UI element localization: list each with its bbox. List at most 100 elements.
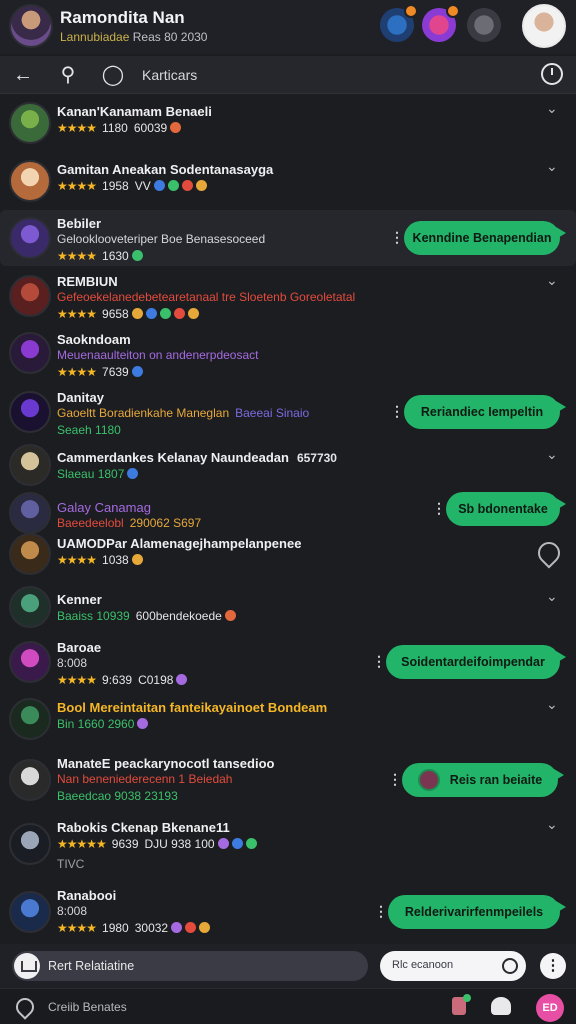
shield-icon[interactable]: [380, 4, 418, 42]
list-item[interactable]: Bool Mereintaitan fanteikayainoet Bondea…: [0, 692, 576, 746]
player-name: Gamitan Aneakan Sodentanasayga: [57, 162, 274, 177]
chevron-down-icon[interactable]: ⌄: [546, 588, 558, 605]
action-pill-button[interactable]: Relderivarirfenmpeilels: [388, 895, 566, 929]
action-pill-label: Relderivarirfenmpeilels: [404, 905, 544, 919]
status-text: Meuenaaulteiton on andenerpdeosact: [57, 348, 259, 362]
player-avatar[interactable]: [9, 160, 51, 202]
badge-icon: [131, 554, 143, 565]
badge-icon: [131, 250, 143, 261]
rating-stars: ★★★★: [57, 553, 97, 567]
chevron-down-icon[interactable]: ⌄: [546, 816, 558, 833]
chevron-down-icon[interactable]: ⌄: [546, 446, 558, 463]
trophy-icon[interactable]: [452, 994, 471, 1015]
list-item[interactable]: Cammerdankes Kelanay Naundeadan 657730 Sla…: [0, 442, 576, 488]
player-avatar[interactable]: [9, 102, 51, 144]
location-icon[interactable]: [12, 994, 38, 1020]
player-status: Gelooklooveteriper Boe Benasesoceed: [57, 232, 265, 246]
more-icon[interactable]: ⋮: [390, 403, 404, 420]
notification-badge: [404, 4, 418, 18]
player-avatar[interactable]: [9, 759, 51, 801]
toolbar: ← ⚲ ◯ Karticars: [0, 56, 576, 94]
status-text: 8:008: [57, 904, 88, 918]
score-value: 657730: [296, 451, 337, 465]
status-text-secondary: Baeeai Sinaio: [235, 406, 310, 420]
list-item[interactable]: Danitay Gaoeltt Boradienkahe Maneglan Baee…: [0, 384, 576, 440]
clock-icon[interactable]: [502, 958, 518, 974]
user-avatar[interactable]: [522, 4, 566, 48]
more-icon[interactable]: ⋮: [540, 953, 566, 979]
status-text: Gaoeltt Boradienkahe Maneglan: [57, 406, 230, 420]
chevron-down-icon[interactable]: ⌄: [546, 158, 558, 175]
rating-stars: ★★★★: [57, 179, 97, 193]
ghost-icon[interactable]: [467, 8, 501, 42]
player-name: Kanan'Kanamam Benaeli: [57, 104, 212, 119]
player-avatar[interactable]: [9, 391, 51, 433]
player-avatar[interactable]: [9, 444, 51, 486]
more-icon[interactable]: ⋮: [388, 771, 402, 788]
player-stats: ★★★★ 9:639 C0198: [57, 673, 188, 687]
shield-icon[interactable]: [533, 537, 565, 569]
player-avatar[interactable]: [9, 891, 51, 933]
list-item[interactable]: REMBIUN Gefeoekelanedebetearetanaal tre S…: [0, 268, 576, 324]
rank-value: 1980: [102, 921, 129, 935]
game-icon[interactable]: [422, 4, 460, 42]
status-text: Nan beneniederecenn 1 Beiedah: [57, 772, 233, 786]
profile-avatar[interactable]: [9, 4, 53, 48]
action-pill-button[interactable]: Soidentardeifoimpendar: [386, 645, 566, 679]
helmet-icon[interactable]: [491, 997, 511, 1015]
player-stats: ★★★★ 1180 60039: [57, 121, 182, 135]
player-name: Galay Canamag: [57, 500, 151, 515]
back-arrow-icon[interactable]: ←: [10, 62, 36, 88]
badge-icon: [137, 718, 149, 729]
action-pill-button[interactable]: Reriandiec Iempeltin: [404, 395, 566, 429]
more-icon[interactable]: ⋮: [374, 903, 388, 920]
list-item[interactable]: Rabokis Ckenap Bkenane11 ★★★★★ 9639 DJU 938…: [0, 812, 576, 876]
list-item[interactable]: Ranabooi 8:008 ★★★★ 1980 30032 ⋮ Relderivarirf…: [0, 882, 576, 942]
player-avatar[interactable]: [9, 533, 51, 575]
list-item[interactable]: Gamitan Aneakan Sodentanasayga ★★★★ 1958 VV…: [0, 154, 576, 208]
status-badge[interactable]: ED: [536, 994, 564, 1022]
player-avatar[interactable]: [9, 217, 51, 259]
player-avatar[interactable]: [9, 698, 51, 740]
rank-value: 1630: [102, 249, 129, 263]
more-icon[interactable]: ⋮: [390, 229, 404, 246]
action-field[interactable]: Rert Relatiatine: [12, 951, 368, 981]
action-pill-button[interactable]: Kenndine Benapendian: [404, 221, 566, 255]
list-item[interactable]: Kanan'Kanamam Benaeli ★★★★ 1180 60039 ⌄: [0, 96, 576, 150]
search-icon[interactable]: ⚲: [55, 62, 81, 88]
list-item[interactable]: Saokndoam Meuenaaulteiton on andenerpdeos…: [0, 326, 576, 380]
list-item[interactable]: Galay Canamag Baeedeelobl 290062 S697 ⋮ Sb b…: [0, 492, 576, 534]
list-item[interactable]: Kenner Baaiss 10939 600bendekoede ⌄: [0, 584, 576, 630]
player-avatar[interactable]: [9, 823, 51, 865]
rating-stars: ★★★★★: [57, 837, 107, 851]
refresh-icon[interactable]: ◯: [100, 62, 126, 88]
chevron-down-icon[interactable]: ⌄: [546, 696, 558, 713]
more-icon[interactable]: ⋮: [432, 500, 446, 517]
action-pill-button[interactable]: Reis ran beiaite: [402, 763, 564, 797]
chevron-down-icon[interactable]: ⌄: [546, 272, 558, 289]
action-pill-button[interactable]: Sb bdonentake: [446, 492, 566, 526]
player-avatar[interactable]: [9, 586, 51, 628]
player-stats: Baaiss 10939 600bendekoede: [57, 609, 236, 623]
player-name: UAMODPar Alamenagejhampelanpenee: [57, 536, 302, 551]
list-item[interactable]: ManateE peackarynocotl tansedioo Nan bene…: [0, 750, 576, 810]
clock-icon[interactable]: [541, 63, 563, 85]
player-status: 8:008: [57, 904, 87, 918]
status-bar: Creiib Benates ED: [0, 988, 576, 1024]
player-avatar[interactable]: [9, 332, 51, 374]
player-avatar[interactable]: [9, 641, 51, 683]
home-icon[interactable]: [14, 953, 40, 979]
status-text: Gefeoekelanedebetearetanaal tre Sloetenb…: [57, 290, 356, 304]
subtitle-accent: Lannubiadae: [60, 30, 130, 44]
badge-icon: [127, 468, 139, 479]
player-avatar[interactable]: [9, 275, 51, 317]
search-input[interactable]: Rlc ecanoon: [380, 951, 526, 981]
more-icon[interactable]: ⋮: [372, 653, 386, 670]
player-name: Danitay: [57, 390, 104, 405]
chevron-down-icon[interactable]: ⌄: [546, 100, 558, 117]
action-pill-label: Kenndine Benapendian: [412, 231, 552, 245]
list-item[interactable]: Baroae 8:008 ★★★★ 9:639 C0198 ⋮ Soidentardeifo…: [0, 634, 576, 690]
list-item[interactable]: UAMODPar Alamenagejhampelanpenee ★★★★ 1038: [0, 528, 576, 580]
action-pill-label: Sb bdonentake: [458, 502, 548, 516]
list-item[interactable]: Bebiler Gelooklooveteriper Boe Benasesoce…: [0, 210, 576, 266]
